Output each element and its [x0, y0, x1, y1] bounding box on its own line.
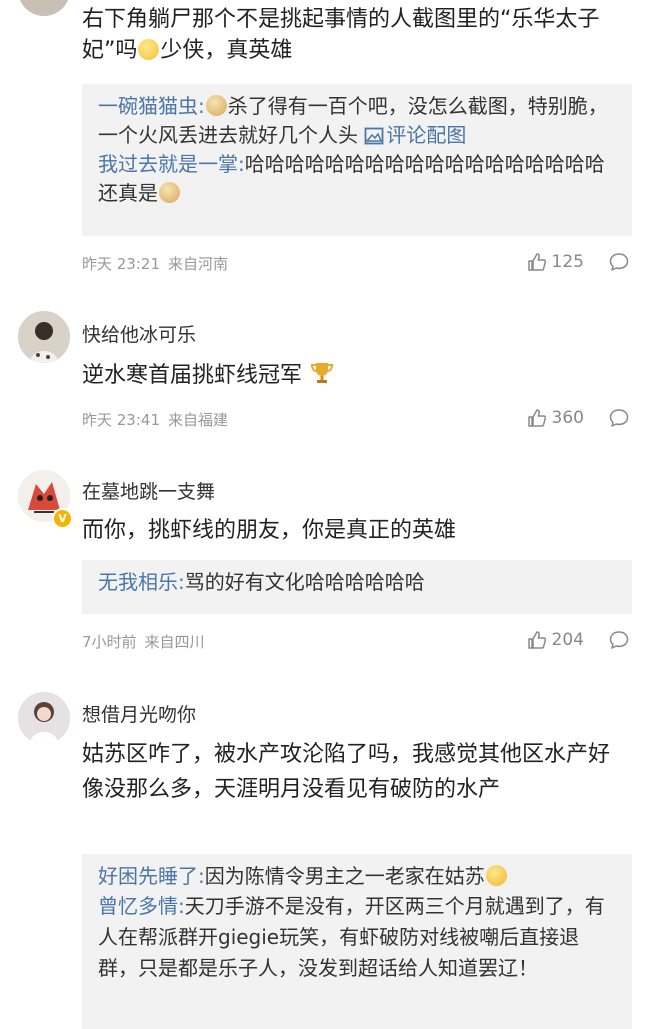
reply-username[interactable]: 曾忆多情:	[98, 894, 185, 918]
like-count: 204	[551, 630, 584, 650]
reply-text: 骂的好有文化哈哈哈哈哈哈	[184, 570, 425, 594]
comment-time: 昨天 23:21	[82, 255, 160, 273]
like-icon[interactable]	[526, 407, 548, 429]
comment-location: 来自四川	[144, 633, 205, 651]
comment-meta: 昨天 23:41 来自福建	[82, 409, 236, 430]
comment-actions: 125	[526, 251, 630, 273]
avatar[interactable]	[18, 311, 70, 363]
reply-username[interactable]: 无我相乐:	[98, 570, 185, 594]
comment-meta: 昨天 23:21 来自河南	[82, 253, 236, 274]
comment-time: 7小时前	[82, 633, 137, 651]
comment-username[interactable]: 想借月光吻你	[82, 700, 196, 727]
comment-meta: 7小时前 来自四川	[82, 631, 213, 652]
comment-location: 来自福建	[168, 411, 229, 429]
comment-username[interactable]: 快给他冰可乐	[82, 320, 196, 347]
reply-box[interactable]: 好困先睡了:因为陈情令男主之一老家在姑苏 曾忆多情:天刀手游不是没有，开区两三个…	[82, 854, 632, 1029]
comment-picture-link[interactable]: 评论配图	[364, 123, 466, 147]
doge-emoji-icon	[159, 182, 180, 203]
avatar[interactable]	[18, 692, 70, 744]
reply-username[interactable]: 我过去就是一掌:	[98, 152, 245, 176]
comment-text: 而你，挑虾线的朋友，你是真正的英雄	[82, 518, 457, 543]
reply-text: 因为陈情令男主之一老家在姑苏	[204, 864, 485, 888]
avatar[interactable]	[18, 0, 70, 16]
reply-item: 好困先睡了:因为陈情令男主之一老家在姑苏	[98, 862, 618, 891]
comment-location: 来自河南	[168, 255, 229, 273]
comment-text: 逆水寒首届挑虾线冠军	[82, 360, 628, 391]
reply-username[interactable]: 好困先睡了:	[98, 864, 205, 888]
comment-text: 右下角躺尸那个不是挑起事情的人截图里的“乐华太子妃”吗 少侠，真英雄	[82, 7, 600, 63]
comment-text: 姑苏区咋了，被水产攻沦陷了吗，我感觉其他区水产好像没那么多，天涯明月没看见有破防…	[82, 742, 611, 802]
reply-item: 曾忆多情:天刀手游不是没有，开区两三个月就遇到了，有人在帮派群开giegie玩笑…	[98, 891, 618, 984]
smile-emoji-icon	[138, 39, 160, 60]
trophy-icon	[311, 363, 334, 383]
like-icon[interactable]	[526, 251, 548, 273]
picture-icon	[364, 127, 384, 145]
reply-box[interactable]: 一碗猫猫虫: 杀了得有一百个吧，没怎么截图，特别脆，一个火风丢进去就好几个人头 评…	[82, 84, 632, 236]
comment-icon[interactable]	[608, 629, 630, 651]
reply-item: 我过去就是一掌:哈哈哈哈哈哈哈哈哈哈哈哈哈哈哈哈哈哈还真是	[98, 150, 618, 208]
comment-username[interactable]: 在墓地跳一支舞	[82, 477, 215, 504]
comment-actions: 204	[526, 629, 630, 651]
reply-item: 无我相乐:骂的好有文化哈哈哈哈哈哈	[98, 568, 618, 597]
like-icon[interactable]	[526, 629, 548, 651]
reply-username[interactable]: 一碗猫猫虫:	[98, 94, 205, 118]
comment-actions: 360	[526, 407, 630, 429]
reply-box[interactable]: 无我相乐:骂的好有文化哈哈哈哈哈哈	[82, 560, 632, 614]
comment-icon[interactable]	[608, 407, 630, 429]
reply-item: 一碗猫猫虫: 杀了得有一百个吧，没怎么截图，特别脆，一个火风丢进去就好几个人头 评…	[98, 92, 618, 150]
like-count: 360	[551, 408, 584, 428]
verified-badge-icon: V	[52, 508, 73, 529]
comment-time: 昨天 23:41	[82, 411, 160, 429]
comment-icon[interactable]	[608, 251, 630, 273]
like-count: 125	[551, 252, 584, 272]
dog-emoji-icon	[205, 95, 227, 116]
laugh-cry-emoji-icon	[485, 865, 507, 886]
